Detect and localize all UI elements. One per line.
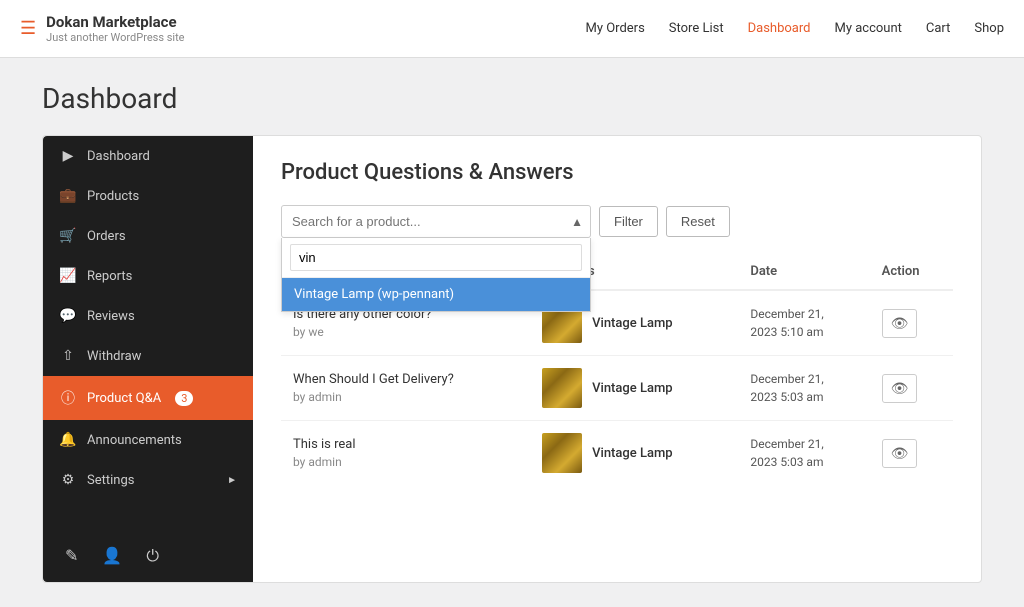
product-thumb-img: [542, 433, 582, 473]
edit-icon[interactable]: ✎: [57, 538, 86, 574]
brand-tagline: Just another WordPress site: [46, 31, 184, 44]
dropdown-item-vintage-lamp[interactable]: Vintage Lamp (wp-pennant): [282, 278, 590, 311]
nav-my-orders[interactable]: My Orders: [586, 21, 645, 36]
page-title: Dashboard: [42, 82, 982, 115]
dropdown-search-input[interactable]: [290, 244, 582, 271]
reports-icon: 📈: [59, 268, 77, 284]
search-dropdown: Vintage Lamp (wp-pennant): [281, 238, 591, 312]
qa-badge: 3: [175, 391, 193, 406]
topbar: ☰ Dokan Marketplace Just another WordPre…: [0, 0, 1024, 58]
product-thumbnail: [542, 433, 582, 473]
sidebar-item-reviews[interactable]: 💬 Reviews: [43, 296, 253, 336]
product-name: Vintage Lamp: [592, 381, 673, 396]
question-by: by admin: [293, 390, 518, 404]
main-content: Product Questions & Answers ▲ Vintage La…: [253, 136, 981, 582]
nav-cart[interactable]: Cart: [926, 21, 951, 36]
sidebar-item-products[interactable]: 💼 Products: [43, 176, 253, 216]
date-cell: December 21,2023 5:03 am: [738, 421, 869, 486]
view-button[interactable]: 👁: [882, 374, 918, 403]
product-cell-inner: Vintage Lamp: [542, 433, 726, 473]
settings-arrow-icon: ►: [227, 475, 237, 486]
product-thumb-img: [542, 368, 582, 408]
reset-button[interactable]: Reset: [666, 206, 730, 237]
sidebar-item-label: Announcements: [87, 433, 182, 448]
sidebar-item-product-qa[interactable]: ⓘ Product Q&A 3: [43, 376, 253, 420]
brand-text: Dokan Marketplace Just another WordPress…: [46, 13, 184, 44]
settings-icon: ⚙: [59, 472, 77, 488]
filter-button[interactable]: Filter: [599, 206, 658, 237]
nav-dashboard[interactable]: Dashboard: [748, 21, 811, 36]
announcements-icon: 🔔: [59, 432, 77, 448]
sidebar-item-dashboard[interactable]: ▶ Dashboard: [43, 136, 253, 176]
question-text: This is real: [293, 437, 518, 452]
product-name: Vintage Lamp: [592, 446, 673, 461]
question-by: by we: [293, 325, 518, 339]
nav-store-list[interactable]: Store List: [669, 21, 724, 36]
col-action: Action: [870, 254, 953, 290]
date-cell: December 21,2023 5:10 am: [738, 290, 869, 356]
date-text: December 21,2023 5:03 am: [750, 435, 857, 471]
date-text: December 21,2023 5:03 am: [750, 370, 857, 406]
sidebar-item-withdraw[interactable]: ⇧ Withdraw: [43, 336, 253, 376]
sidebar-item-announcements[interactable]: 🔔 Announcements: [43, 420, 253, 460]
sidebar-item-label: Reports: [87, 269, 132, 284]
date-cell: December 21,2023 5:03 am: [738, 356, 869, 421]
table-row: When Should I Get Delivery? by admin Vin…: [281, 356, 953, 421]
products-icon: 💼: [59, 188, 77, 204]
sidebar-item-orders[interactable]: 🛒 Orders: [43, 216, 253, 256]
search-row: ▲ Vintage Lamp (wp-pennant) Filter Reset: [281, 205, 953, 238]
product-cell-inner: Vintage Lamp: [542, 368, 726, 408]
qa-icon: ⓘ: [59, 388, 77, 408]
dropdown-input-row: [282, 238, 590, 278]
product-thumbnail: [542, 368, 582, 408]
search-wrapper: ▲ Vintage Lamp (wp-pennant): [281, 205, 591, 238]
col-date: Date: [738, 254, 869, 290]
sidebar-item-reports[interactable]: 📈 Reports: [43, 256, 253, 296]
brand-name: Dokan Marketplace: [46, 13, 184, 31]
page-wrapper: Dashboard ▶ Dashboard 💼 Products 🛒 Order…: [22, 58, 1002, 607]
view-button[interactable]: 👁: [882, 309, 918, 338]
orders-icon: 🛒: [59, 228, 77, 244]
product-cell: Vintage Lamp: [530, 421, 738, 486]
question-cell: When Should I Get Delivery? by admin: [281, 356, 530, 421]
sidebar-item-label: Orders: [87, 229, 126, 244]
sidebar-item-label: Dashboard: [87, 149, 150, 164]
power-icon[interactable]: ⏻: [138, 538, 167, 574]
dashboard-icon: ▶: [59, 148, 77, 164]
chevron-up-icon[interactable]: ▲: [571, 215, 583, 229]
action-cell: 👁: [870, 290, 953, 356]
hamburger-icon[interactable]: ☰: [20, 18, 36, 39]
top-nav: My Orders Store List Dashboard My accoun…: [586, 21, 1005, 36]
sidebar-item-settings[interactable]: ⚙ Settings ►: [43, 460, 253, 500]
nav-my-account[interactable]: My account: [834, 21, 901, 36]
withdraw-icon: ⇧: [59, 348, 77, 364]
sidebar-item-label: Withdraw: [87, 349, 141, 364]
table-row: This is real by admin Vintage Lamp: [281, 421, 953, 486]
sidebar-item-label: Products: [87, 189, 139, 204]
product-name: Vintage Lamp: [592, 316, 673, 331]
sidebar-footer: ✎ 👤 ⏻: [43, 530, 253, 582]
section-title: Product Questions & Answers: [281, 160, 953, 185]
brand: ☰ Dokan Marketplace Just another WordPre…: [20, 13, 586, 44]
date-text: December 21,2023 5:10 am: [750, 305, 857, 341]
search-input[interactable]: [281, 205, 591, 238]
question-cell: This is real by admin: [281, 421, 530, 486]
sidebar: ▶ Dashboard 💼 Products 🛒 Orders 📈 Report…: [43, 136, 253, 582]
reviews-icon: 💬: [59, 308, 77, 324]
action-cell: 👁: [870, 356, 953, 421]
action-cell: 👁: [870, 421, 953, 486]
question-text: When Should I Get Delivery?: [293, 372, 518, 387]
question-by: by admin: [293, 455, 518, 469]
view-button[interactable]: 👁: [882, 439, 918, 468]
sidebar-item-label: Product Q&A: [87, 391, 161, 406]
sidebar-item-label: Settings: [87, 473, 134, 488]
nav-shop[interactable]: Shop: [974, 21, 1004, 36]
user-icon[interactable]: 👤: [94, 538, 130, 574]
product-cell: Vintage Lamp: [530, 356, 738, 421]
sidebar-item-label: Reviews: [87, 309, 135, 324]
content-area: ▶ Dashboard 💼 Products 🛒 Orders 📈 Report…: [42, 135, 982, 583]
